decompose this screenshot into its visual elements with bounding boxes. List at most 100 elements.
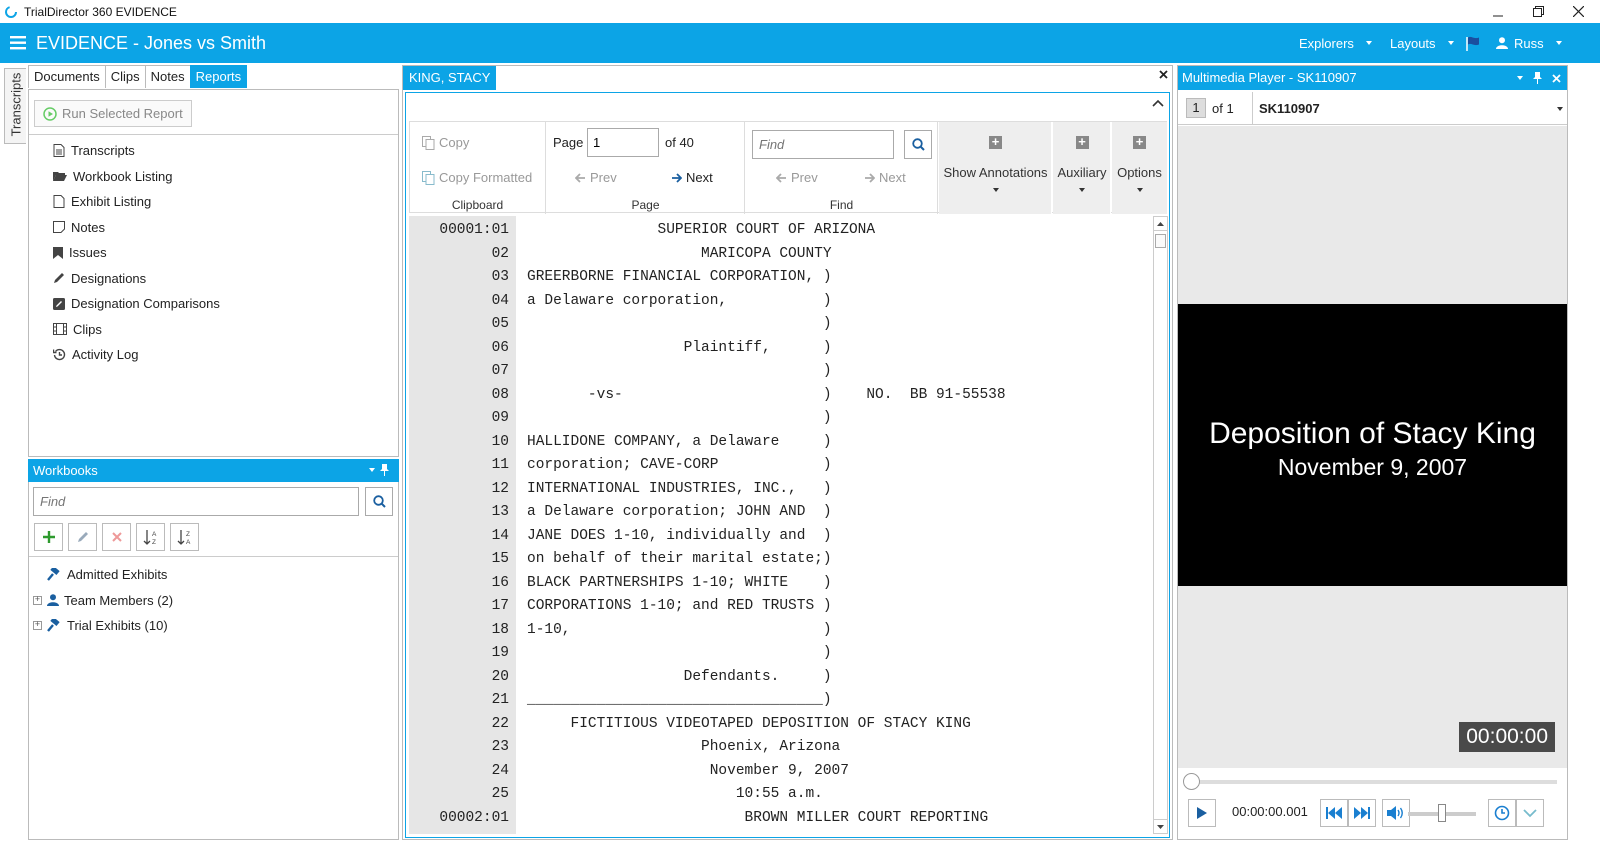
page-next-button[interactable]: Next xyxy=(671,170,713,185)
transcript-line: 21 __________________________________) xyxy=(409,689,1151,713)
page-number-input[interactable] xyxy=(587,128,659,157)
transcript-tab[interactable]: KING, STACY xyxy=(403,66,497,90)
transcript-text[interactable]: 00001:01 SUPERIOR COURT OF ARIZONA 02 MAR… xyxy=(409,216,1151,834)
volume-handle[interactable] xyxy=(1438,804,1446,822)
workbooks-search-button[interactable] xyxy=(365,487,393,516)
divider xyxy=(29,556,398,557)
report-item-issues[interactable]: Issues xyxy=(53,240,220,266)
explorer-tabs: Documents Clips Notes Reports xyxy=(28,65,399,88)
transcript-scrollbar[interactable] xyxy=(1153,216,1168,834)
minimize-button[interactable] xyxy=(1478,0,1518,23)
report-item-designations[interactable]: Designations xyxy=(53,266,220,292)
page-prev-button[interactable]: Prev xyxy=(575,170,617,185)
page-label: Page xyxy=(553,135,584,150)
workbook-team-members[interactable]: + Team Members (2) xyxy=(33,588,173,614)
report-item-workbook-listing[interactable]: Workbook Listing xyxy=(53,164,220,190)
sort-ascending-button[interactable]: AZ xyxy=(136,523,165,551)
report-item-activity-log[interactable]: Activity Log xyxy=(53,342,220,368)
report-item-clips[interactable]: Clips xyxy=(53,317,220,343)
close-window-button[interactable] xyxy=(1558,0,1598,23)
options-button[interactable]: + Options xyxy=(1112,122,1167,214)
report-item-designation-comparisons[interactable]: Designation Comparisons xyxy=(53,291,220,317)
transcript-find-input[interactable] xyxy=(752,130,894,159)
video-frame[interactable]: Deposition of Stacy King November 9, 200… xyxy=(1178,304,1567,586)
line-number: 11 xyxy=(491,457,509,473)
scroll-up-arrow[interactable] xyxy=(1154,217,1167,231)
plus-icon xyxy=(42,531,55,543)
seek-bar[interactable] xyxy=(1183,773,1557,790)
flag-icon[interactable] xyxy=(1465,36,1481,51)
chevron-down-icon[interactable] xyxy=(1517,76,1523,80)
copy-label: Copy xyxy=(439,135,470,150)
line-text: -vs- ) NO. BB 91-55538 xyxy=(527,386,1006,403)
explorers-menu[interactable]: Explorers xyxy=(1299,23,1372,63)
tab-documents[interactable]: Documents xyxy=(28,65,106,88)
play-button[interactable] xyxy=(1188,799,1216,827)
sort-descending-button[interactable]: ZA xyxy=(170,523,199,551)
run-selected-report-button[interactable]: Run Selected Report xyxy=(34,100,192,127)
chevron-down-icon xyxy=(1555,41,1562,45)
transcript-line: 19 ) xyxy=(409,642,1151,666)
copy-button[interactable]: Copy xyxy=(422,135,469,150)
user-menu[interactable]: Russ xyxy=(1496,23,1562,63)
transcript-line: 06 Plaintiff, ) xyxy=(409,337,1151,361)
volume-button[interactable] xyxy=(1382,799,1410,827)
line-number: 13 xyxy=(491,504,509,520)
copy-formatted-button[interactable]: Copy Formatted xyxy=(422,170,532,185)
hamburger-menu-icon[interactable] xyxy=(10,36,28,50)
scroll-thumb[interactable] xyxy=(1155,234,1166,248)
close-icon[interactable] xyxy=(1552,73,1561,83)
video-area: Deposition of Stacy King November 9, 200… xyxy=(1178,126,1567,768)
volume-slider[interactable] xyxy=(1408,804,1476,822)
line-number: 07 xyxy=(491,363,509,379)
report-item-exhibit-listing[interactable]: Exhibit Listing xyxy=(53,189,220,215)
expand-icon[interactable]: + xyxy=(33,621,42,631)
find-next-button[interactable]: Next xyxy=(864,170,906,185)
pin-icon[interactable] xyxy=(380,464,389,476)
maximize-button[interactable] xyxy=(1518,0,1558,23)
chevron-up-icon[interactable] xyxy=(1152,99,1164,107)
chevron-down-icon[interactable] xyxy=(369,468,375,472)
show-annotations-button[interactable]: + Show Annotations xyxy=(939,122,1052,214)
pin-icon[interactable] xyxy=(1533,72,1542,84)
add-workbook-button[interactable] xyxy=(34,523,63,551)
layouts-menu[interactable]: Layouts xyxy=(1390,23,1454,63)
tab-clips[interactable]: Clips xyxy=(104,65,146,88)
play-icon xyxy=(1197,807,1207,819)
chevron-down-icon xyxy=(1079,188,1085,192)
workbook-admitted-exhibits[interactable]: Admitted Exhibits xyxy=(33,562,173,588)
expand-icon[interactable]: + xyxy=(33,595,42,605)
transcripts-side-tab[interactable]: Transcripts xyxy=(4,68,26,144)
tab-reports[interactable]: Reports xyxy=(189,65,248,88)
gavel-icon xyxy=(47,618,60,632)
auxiliary-button[interactable]: + Auxiliary xyxy=(1053,122,1111,214)
timer-button[interactable] xyxy=(1488,799,1516,827)
report-item-notes[interactable]: Notes xyxy=(53,215,220,241)
find-group: Prev Next Find xyxy=(746,122,938,214)
clip-dropdown[interactable]: SK110907 xyxy=(1252,92,1567,125)
close-icon[interactable] xyxy=(1159,70,1168,79)
transcript-search-button[interactable] xyxy=(904,130,932,159)
svg-text:Z: Z xyxy=(152,539,156,545)
tab-notes[interactable]: Notes xyxy=(144,65,191,88)
line-number: 14 xyxy=(491,527,509,544)
report-item-transcripts[interactable]: Transcripts xyxy=(53,138,220,164)
line-text: ) xyxy=(527,645,832,661)
find-prev-button[interactable]: Prev xyxy=(776,170,818,185)
edit-workbook-button[interactable] xyxy=(68,523,97,551)
next-clip-button[interactable] xyxy=(1348,799,1376,827)
line-text: a Delaware corporation; JOHN AND ) xyxy=(527,504,832,520)
previous-clip-button[interactable] xyxy=(1320,799,1348,827)
scroll-down-arrow[interactable] xyxy=(1154,819,1167,833)
workbooks-find-input[interactable] xyxy=(33,487,359,516)
delete-workbook-button[interactable] xyxy=(102,523,131,551)
more-options-button[interactable] xyxy=(1516,799,1544,827)
seek-handle[interactable] xyxy=(1183,773,1200,790)
line-number: 17 xyxy=(491,598,509,614)
line-number: 05 xyxy=(491,316,509,332)
workbook-trial-exhibits[interactable]: + Trial Exhibits (10) xyxy=(33,613,173,639)
report-label: Activity Log xyxy=(72,347,139,363)
gavel-icon xyxy=(47,567,60,581)
case-title: EVIDENCE - Jones vs Smith xyxy=(36,32,267,53)
line-number: 09 xyxy=(491,410,509,426)
